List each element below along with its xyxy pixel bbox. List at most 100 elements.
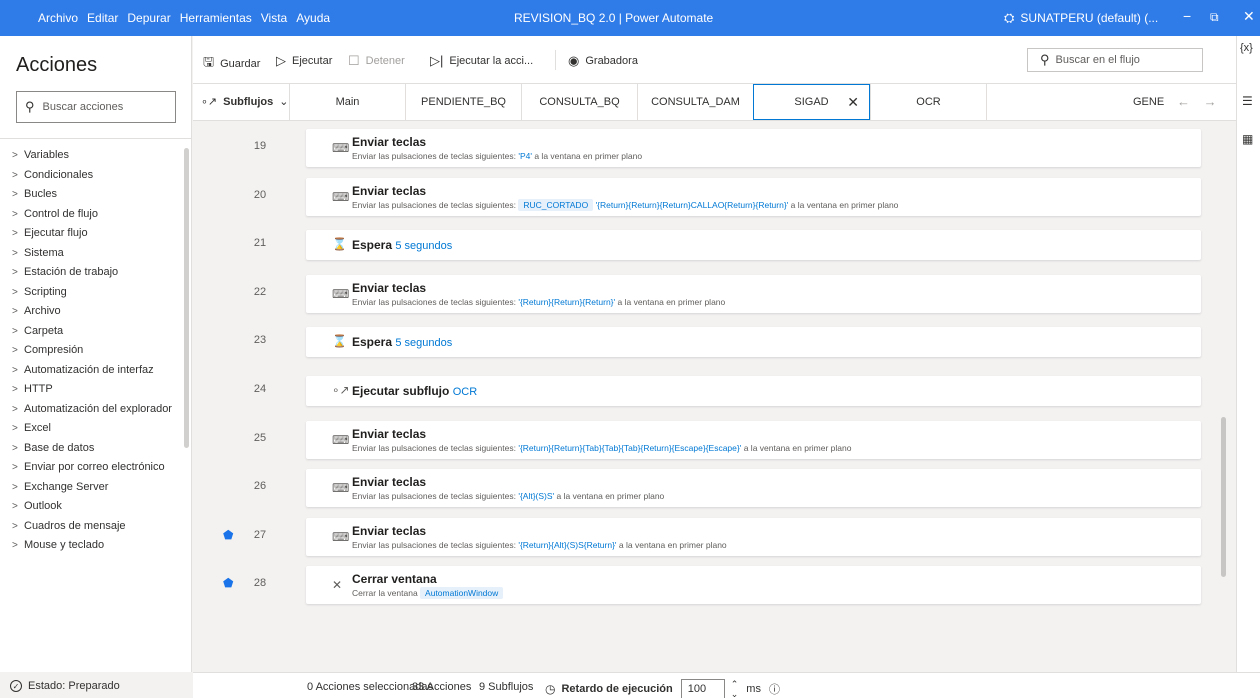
account-switcher[interactable]: ⛭ SUNATPERU (default) (... (1004, 10, 1158, 26)
menu-vista[interactable]: Vista (261, 11, 287, 25)
category-item[interactable]: > Automatización del explorador (0, 400, 184, 420)
run-action-button[interactable]: ▷| Ejecutar la acci... (430, 53, 533, 69)
chevron-right-icon: > (12, 169, 18, 181)
restore-button[interactable]: ⧉ (1210, 10, 1219, 25)
variables-icon[interactable]: {x} (1240, 42, 1253, 54)
save-icon: 🖫 (203, 54, 215, 69)
category-item[interactable]: > Excel (0, 419, 184, 439)
category-item[interactable]: > Carpeta (0, 322, 184, 342)
category-item[interactable]: > Sistema (0, 244, 184, 264)
tab-label: SIGAD (794, 96, 829, 108)
flow-step-row: 23 ⌛ Espera 5 segundos (193, 318, 1236, 366)
action-card[interactable]: ⌛ Espera 5 segundos (306, 327, 1201, 358)
menu-bar: Archivo Editar Depurar Herramientas Vist… (38, 11, 339, 25)
info-icon[interactable]: ⓘ (769, 681, 780, 697)
tab-sigad[interactable]: SIGAD ✕ (753, 84, 870, 120)
line-number: 25 (253, 431, 267, 444)
chevron-right-icon: > (12, 286, 18, 298)
category-label: Mouse y teclado (24, 539, 105, 551)
stop-button[interactable]: ☐ Detener (348, 53, 405, 69)
category-label: Compresión (24, 344, 84, 356)
close-window-button[interactable]: ✕ (1243, 8, 1255, 25)
category-item[interactable]: > Mouse y teclado (0, 536, 184, 556)
flow-search-input[interactable]: ⚲ Buscar en el flujo (1027, 48, 1203, 72)
category-item[interactable]: > Archivo (0, 302, 184, 322)
actions-scrollbar[interactable] (184, 148, 189, 448)
action-title-line: Enviar teclas (352, 427, 426, 441)
recorder-button[interactable]: ◉ Grabadora (568, 53, 638, 69)
arrow-left-icon[interactable]: ← (1177, 94, 1190, 109)
category-item[interactable]: > Cuadros de mensaje (0, 517, 184, 537)
keyboard-icon: ⌨ (332, 141, 350, 155)
action-description: Enviar las pulsaciones de teclas siguien… (352, 540, 727, 550)
menu-archivo[interactable]: Archivo (38, 11, 78, 25)
subflows-dropdown[interactable]: ∘↗ Subflujos ⌄ (201, 95, 288, 109)
tab-label: OCR (916, 96, 941, 108)
category-item[interactable]: > Estación de trabajo (0, 263, 184, 283)
action-card[interactable]: ✕ Cerrar ventana Cerrar la ventana Automat… (306, 566, 1201, 605)
category-item[interactable]: > Base de datos (0, 439, 184, 459)
subflows-label: Subflujos (223, 95, 274, 108)
flow-step-row: 21 ⌛ Espera 5 segundos (193, 221, 1236, 269)
action-card[interactable]: ⌨ Enviar teclas Enviar las pulsaciones de … (306, 420, 1201, 459)
delay-spinner[interactable]: ⌃ ⌄ (731, 679, 739, 698)
action-card[interactable]: ⌨ Enviar teclas Enviar las pulsaciones de … (306, 517, 1201, 556)
subflows-count: 9 Subflujos (479, 681, 534, 693)
category-item[interactable]: > Outlook (0, 497, 184, 517)
minimize-button[interactable]: − (1183, 8, 1191, 24)
delay-label: Retardo de ejecución (561, 683, 673, 695)
action-card[interactable]: ⌛ Espera 5 segundos (306, 230, 1201, 261)
keyboard-icon: ⌨ (332, 432, 350, 447)
divider (0, 138, 192, 139)
category-item[interactable]: > Compresión (0, 341, 184, 361)
save-button[interactable]: 🖫 Guardar (203, 53, 260, 75)
menu-herramientas[interactable]: Herramientas (180, 11, 252, 25)
menu-depurar[interactable]: Depurar (127, 11, 170, 25)
image-icon[interactable]: ▦ (1242, 132, 1253, 146)
close-tab-icon[interactable]: ✕ (847, 94, 859, 111)
tab-pendiente-bq[interactable]: PENDIENTE_BQ (405, 84, 521, 120)
menu-ayuda[interactable]: Ayuda (296, 11, 330, 25)
tab-gene[interactable]: GENE (986, 84, 1174, 120)
category-label: Excel (24, 422, 51, 434)
actions-search-input[interactable]: ⚲ Buscar acciones (16, 91, 176, 123)
line-number: 20 (253, 188, 267, 201)
tab-ocr[interactable]: OCR (870, 84, 986, 120)
environment-icon: ⛭ (1004, 10, 1015, 25)
action-description: Enviar las pulsaciones de teclas siguien… (352, 198, 898, 211)
category-item[interactable]: > Control de flujo (0, 205, 184, 225)
action-card[interactable]: ⌨ Enviar teclas Enviar las pulsaciones de … (306, 469, 1201, 508)
chevron-right-icon: > (12, 150, 18, 161)
category-item[interactable]: > Bucles (0, 185, 184, 205)
tab-consulta-dam[interactable]: CONSULTA_DAM (637, 84, 753, 120)
action-card[interactable]: ⌨ Enviar teclas Enviar las pulsaciones de … (306, 177, 1201, 216)
window-title: REVISION_BQ 2.0 | Power Automate (514, 11, 714, 25)
category-item[interactable]: > Ejecutar flujo (0, 224, 184, 244)
category-item[interactable]: > Exchange Server (0, 478, 184, 498)
category-item[interactable]: > Variables (0, 146, 184, 166)
category-label: Estación de trabajo (24, 266, 119, 278)
delay-input[interactable]: 100 (680, 679, 725, 698)
tab-consulta-bq[interactable]: CONSULTA_BQ (521, 84, 637, 120)
tab-main[interactable]: Main (289, 84, 405, 120)
arrow-right-icon[interactable]: → (1204, 94, 1217, 109)
category-item[interactable]: > Condicionales (0, 166, 184, 186)
tab-scroll-arrows[interactable]: ← → (1177, 94, 1217, 109)
category-item[interactable]: > HTTP (0, 380, 184, 400)
breakpoint-shield-icon[interactable]: ⬟ (223, 528, 234, 542)
run-button[interactable]: ▷ Ejecutar (276, 53, 332, 69)
description-text: a la ventana en primer plano (616, 539, 727, 550)
category-item[interactable]: > Automatización de interfaz (0, 361, 184, 381)
description-text: Enviar las pulsaciones de teclas siguien… (352, 296, 519, 307)
category-item[interactable]: > Enviar por correo electrónico (0, 458, 184, 478)
actions-panel: Acciones ⚲ Buscar acciones > Variables > Co… (0, 36, 192, 672)
layers-icon[interactable]: ☰ (1242, 94, 1253, 108)
action-card[interactable]: ⌨ Enviar teclas Enviar las pulsaciones de … (306, 129, 1201, 167)
category-label: Enviar por correo electrónico (24, 461, 165, 473)
breakpoint-shield-icon[interactable]: ⬟ (223, 576, 234, 590)
category-item[interactable]: > Scripting (0, 283, 184, 303)
menu-editar[interactable]: Editar (87, 11, 118, 25)
action-card[interactable]: ⌨ Enviar teclas Enviar las pulsaciones de … (306, 274, 1201, 313)
actions-category-list: > Variables > Condicionales > Bucles > Control … (0, 146, 184, 556)
action-card[interactable]: ∘↗ Ejecutar subflujo OCR (306, 376, 1201, 406)
